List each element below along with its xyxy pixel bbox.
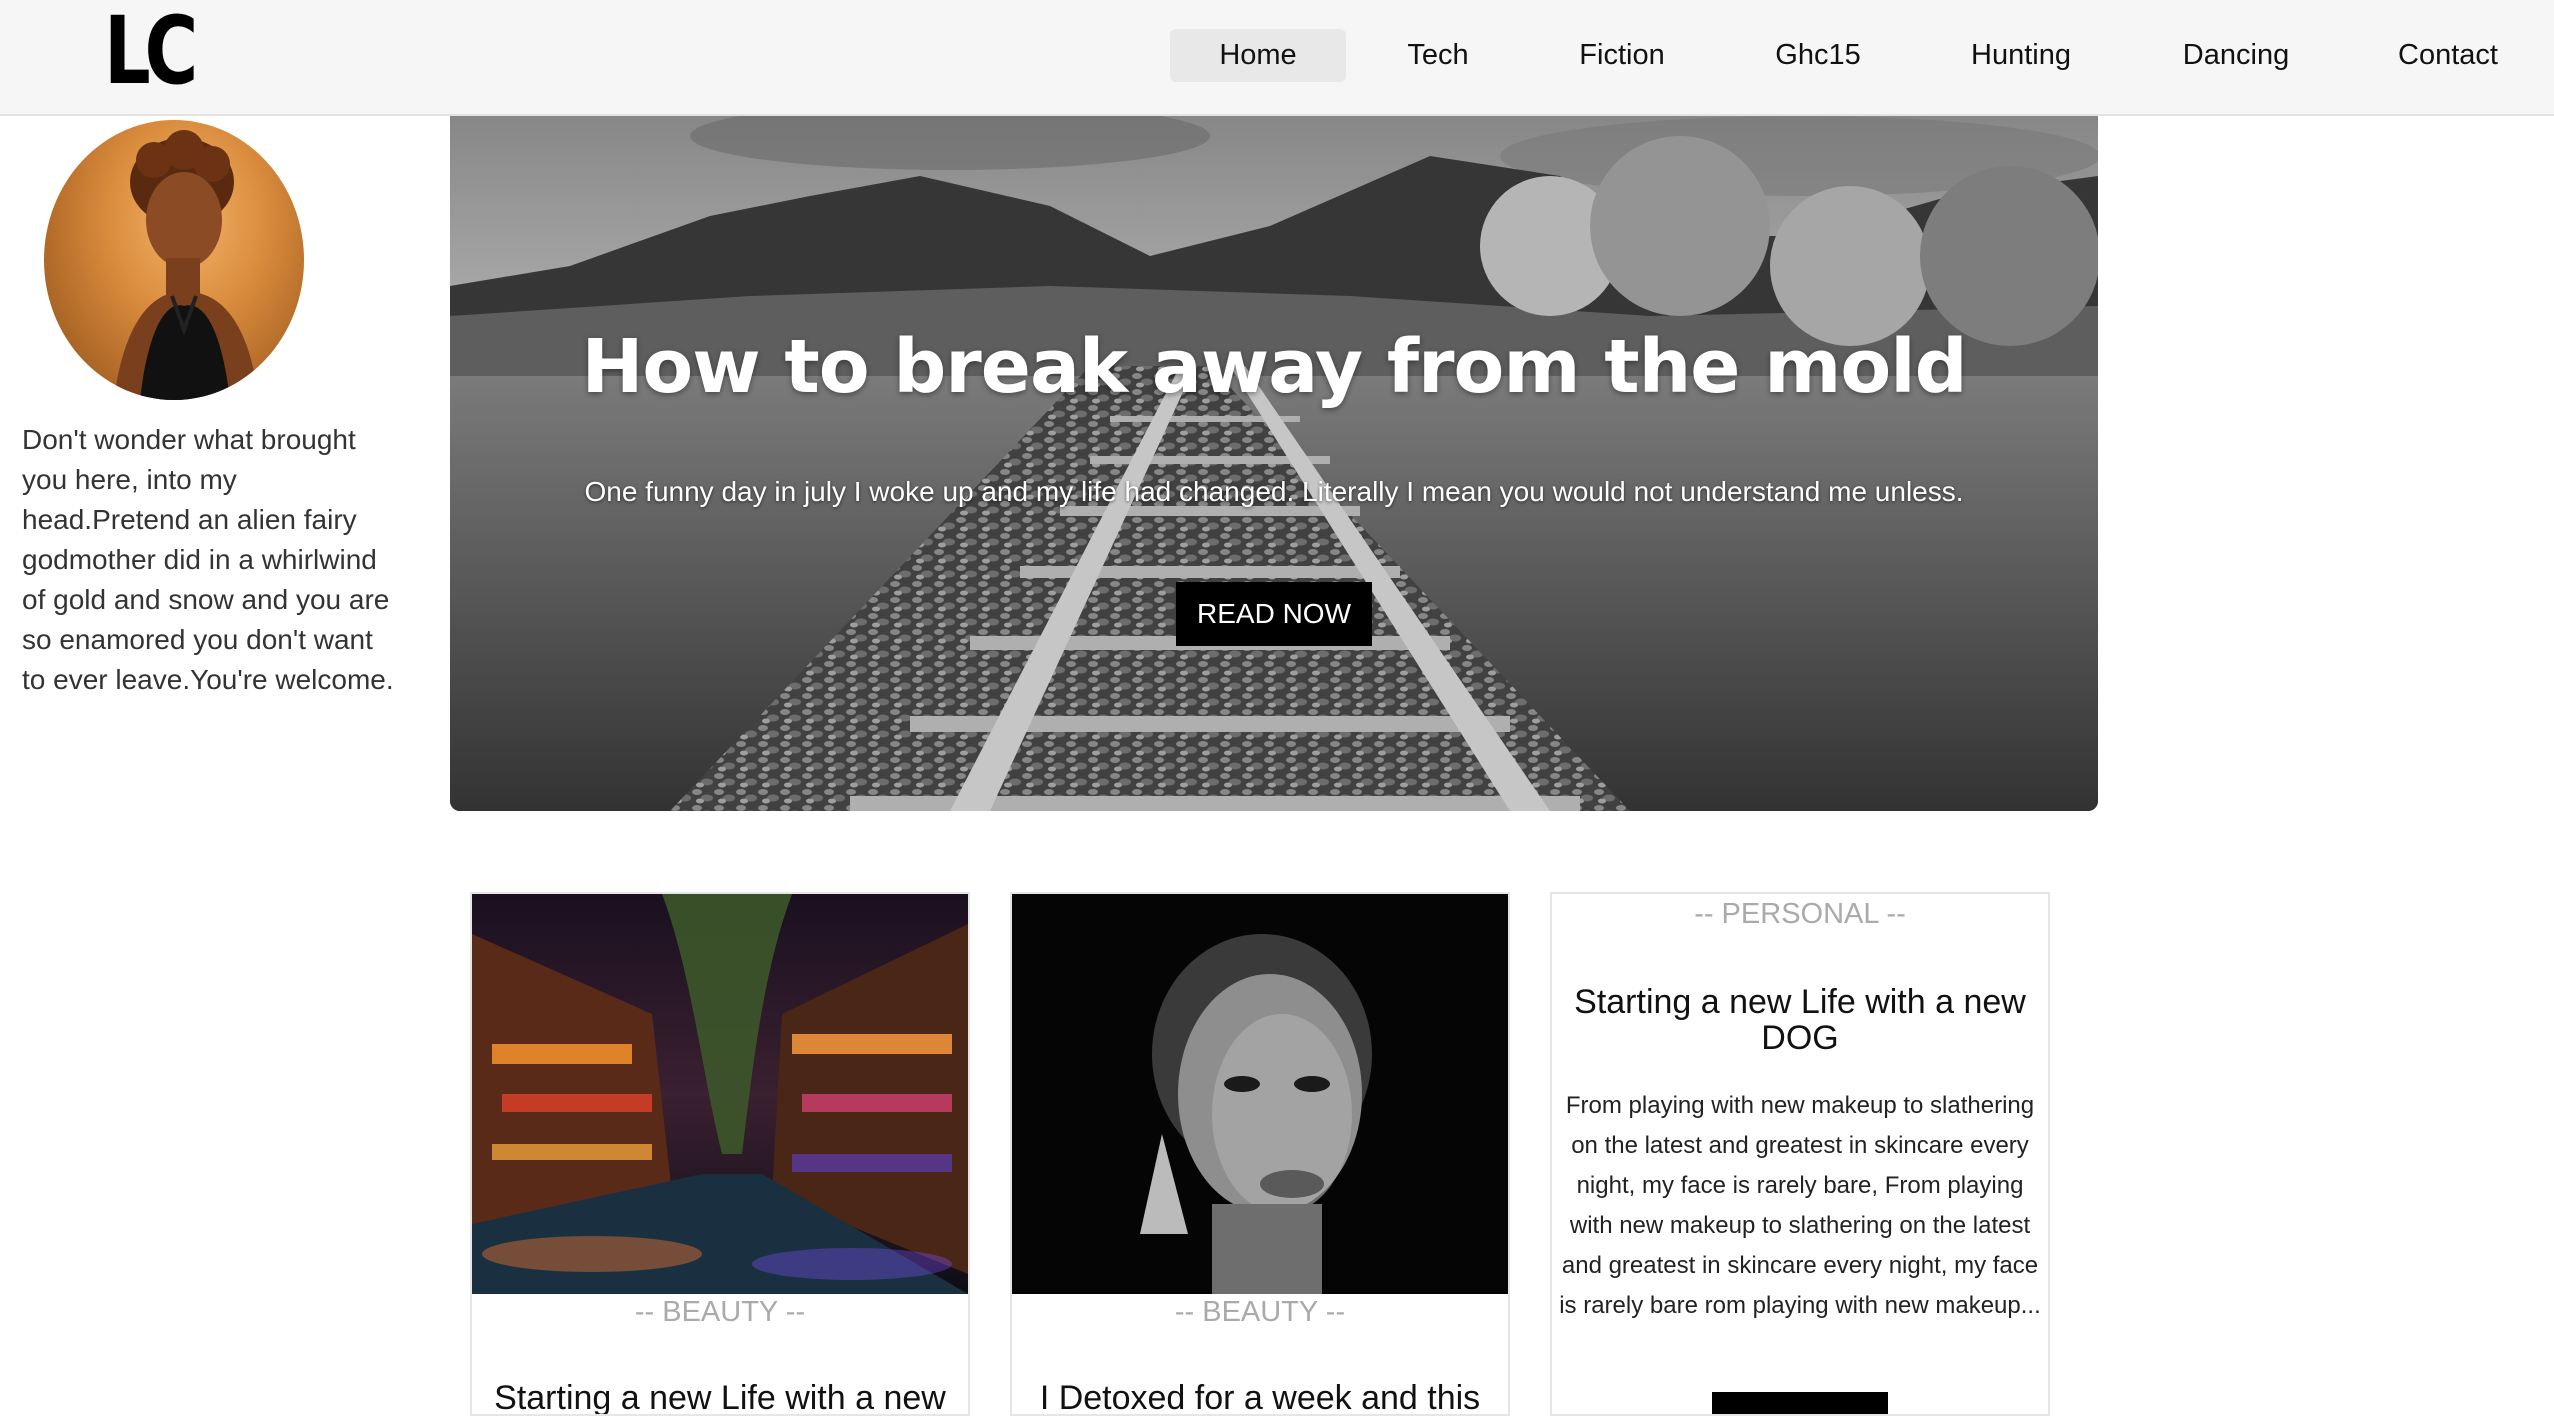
read-now-button[interactable]: READ NOW (1176, 582, 1372, 646)
read-more-button[interactable] (1712, 1392, 1888, 1414)
post-image[interactable] (1012, 894, 1508, 1294)
post-title[interactable]: I Detoxed for a week and this (1022, 1380, 1498, 1414)
post-card[interactable]: -- PERSONAL -- Starting a new Life with … (1550, 892, 2050, 1416)
post-category: -- BEAUTY -- (634, 1296, 806, 1328)
nav-item-tech[interactable]: Tech (1388, 29, 1488, 82)
site-logo[interactable]: LC (104, 2, 198, 102)
post-title[interactable]: Starting a new Life with a new DOG (1562, 984, 2038, 1056)
author-avatar (44, 120, 304, 400)
nav-item-home[interactable]: Home (1170, 29, 1346, 82)
author-bio: Don't wonder what brought you here, into… (22, 424, 394, 695)
post-image[interactable] (472, 894, 968, 1294)
nav-item-fiction[interactable]: Fiction (1562, 29, 1682, 82)
site-header: LC Home Tech Fiction Ghc15 Hunting Danci… (0, 0, 2554, 116)
nav-item-dancing[interactable]: Dancing (2166, 29, 2306, 82)
post-category: -- PERSONAL -- (1694, 898, 1906, 930)
nav-item-contact[interactable]: Contact (2384, 29, 2512, 82)
post-title[interactable]: Starting a new Life with a new (482, 1380, 958, 1414)
hero-banner: How to break away from the mold One funn… (450, 116, 2098, 811)
nav-item-ghc15[interactable]: Ghc15 (1756, 29, 1880, 82)
hero-title[interactable]: How to break away from the mold (450, 324, 2098, 410)
post-excerpt: From playing with new makeup to slatheri… (1559, 1092, 2041, 1319)
hero-subtitle: One funny day in july I woke up and my l… (584, 476, 1964, 507)
post-category: -- BEAUTY -- (1174, 1296, 1346, 1328)
nav-item-hunting[interactable]: Hunting (1954, 29, 2088, 82)
hero-background-image (450, 116, 2098, 811)
post-card[interactable]: -- BEAUTY -- I Detoxed for a week and th… (1010, 892, 1510, 1416)
post-card[interactable]: -- BEAUTY -- Starting a new Life with a … (470, 892, 970, 1416)
